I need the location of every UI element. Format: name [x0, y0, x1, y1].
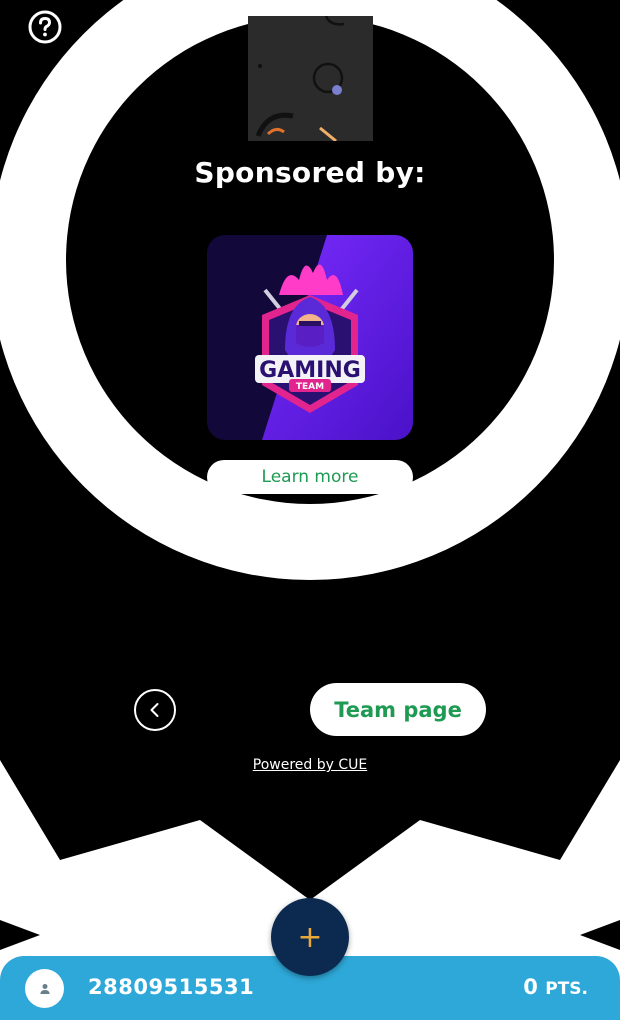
points-unit: PTS.	[545, 979, 588, 999]
add-button[interactable]: +	[271, 898, 349, 976]
background-graphic	[0, 0, 620, 1020]
powered-by-link[interactable]: Powered by CUE	[0, 757, 620, 773]
team-page-button[interactable]: Team page	[310, 683, 486, 736]
sponsor-logo: GAMING TEAM	[207, 235, 413, 440]
user-icon	[40, 983, 49, 994]
avatar[interactable]	[25, 969, 64, 1008]
back-button[interactable]	[134, 689, 176, 731]
question-circle-icon	[28, 10, 62, 44]
sponsor-banner-image	[248, 16, 373, 141]
chevron-left-icon	[150, 703, 159, 717]
logo-text-badge: TEAM	[296, 382, 324, 392]
points-value: 0	[523, 975, 538, 999]
user-id: 28809515531	[88, 975, 255, 999]
help-button[interactable]	[28, 10, 62, 44]
plus-icon: +	[297, 919, 323, 955]
learn-more-button[interactable]: Learn more	[207, 460, 413, 494]
sponsored-heading: Sponsored by:	[194, 156, 426, 189]
points-display: 0 PTS.	[523, 975, 588, 999]
